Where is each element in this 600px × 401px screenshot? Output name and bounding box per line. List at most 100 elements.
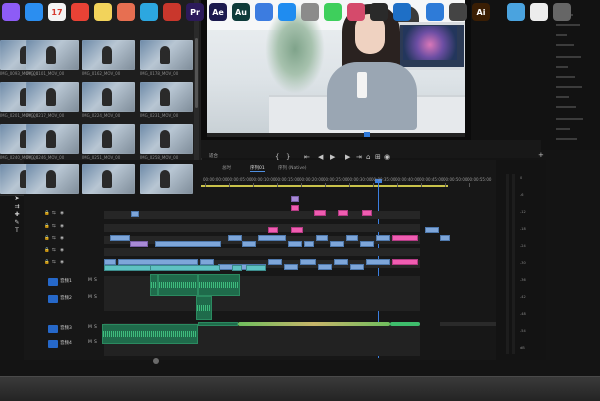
- video-clip[interactable]: [440, 235, 450, 241]
- video-clip[interactable]: [392, 235, 418, 241]
- video-clip[interactable]: [268, 259, 282, 265]
- audio-track-source-toggle[interactable]: [48, 340, 58, 348]
- audio-clip[interactable]: [102, 324, 198, 344]
- video-track-lane[interactable]: [104, 224, 420, 232]
- timeline-hscroll[interactable]: [440, 322, 500, 326]
- notes-icon[interactable]: [94, 3, 112, 21]
- track-eye-icon[interactable]: ◉: [60, 211, 64, 216]
- video-clip[interactable]: [246, 265, 266, 271]
- video-clip[interactable]: [300, 259, 316, 265]
- video-clip[interactable]: [392, 259, 418, 265]
- feishu-icon[interactable]: [426, 3, 444, 21]
- video-clip[interactable]: [291, 227, 303, 233]
- music-clip-tail[interactable]: [390, 322, 420, 326]
- track-sync-icon[interactable]: ⇆: [52, 260, 56, 265]
- track-sync-icon[interactable]: ⇆: [52, 224, 56, 229]
- siri-icon[interactable]: [2, 3, 20, 21]
- paw-icon[interactable]: [393, 3, 411, 21]
- aftereffects-icon[interactable]: Ae: [209, 3, 227, 21]
- monitor-scrub-bar[interactable]: [207, 133, 465, 137]
- media-thumbnail[interactable]: [82, 164, 135, 194]
- media-thumbnail[interactable]: [26, 82, 79, 112]
- media-thumbnail[interactable]: [26, 164, 79, 194]
- video-clip[interactable]: [304, 241, 314, 247]
- audio-clip[interactable]: [158, 274, 198, 296]
- media-thumbnail[interactable]: [140, 82, 193, 112]
- audio-mute-icon[interactable]: M: [88, 295, 92, 300]
- media-thumbnail[interactable]: [26, 40, 79, 70]
- video-clip[interactable]: [314, 210, 326, 216]
- track-sync-icon[interactable]: ⇆: [52, 248, 56, 253]
- timeline-tab[interactable]: 总时: [222, 165, 231, 171]
- video-clip[interactable]: [334, 259, 348, 265]
- video-clip[interactable]: [242, 241, 256, 247]
- folder-icon[interactable]: [507, 3, 525, 21]
- video-track-lane[interactable]: [104, 248, 420, 256]
- video-clip[interactable]: [284, 264, 298, 270]
- media-thumbnail[interactable]: [82, 82, 135, 112]
- media-thumbnail[interactable]: [140, 164, 193, 194]
- audio-track-source-toggle[interactable]: [48, 325, 58, 333]
- video-track-lane[interactable]: [104, 211, 420, 219]
- timeline-tab[interactable]: 序列01: [250, 165, 265, 172]
- transport-button[interactable]: {: [275, 153, 279, 161]
- video-clip[interactable]: [258, 235, 286, 241]
- audio-solo-icon[interactable]: S: [94, 278, 97, 283]
- screenshot-icon[interactable]: [553, 3, 571, 21]
- video-clip[interactable]: [131, 211, 139, 217]
- davinci-icon[interactable]: [449, 3, 467, 21]
- media-thumbnail[interactable]: [82, 40, 135, 70]
- video-clip[interactable]: [288, 241, 302, 247]
- calendar-icon[interactable]: 17: [48, 3, 66, 21]
- audio-clip[interactable]: [198, 322, 238, 326]
- audio-track-source-toggle[interactable]: [48, 278, 58, 286]
- finalcut-icon[interactable]: [347, 3, 365, 21]
- audio-clip[interactable]: [198, 274, 240, 296]
- track-lock-icon[interactable]: 🔒: [44, 248, 50, 253]
- illustrator-icon[interactable]: Ai: [472, 3, 490, 21]
- audio-solo-icon[interactable]: S: [94, 295, 97, 300]
- audio-clip[interactable]: [196, 296, 212, 320]
- transport-button[interactable]: ⇥: [356, 153, 362, 161]
- video-clip[interactable]: [350, 264, 364, 270]
- track-sync-icon[interactable]: ⇆: [52, 211, 56, 216]
- game-icon[interactable]: [163, 3, 181, 21]
- ripple-edit-icon[interactable]: ✚: [12, 211, 22, 218]
- compressor-icon[interactable]: [370, 3, 388, 21]
- music-clip[interactable]: [238, 322, 390, 326]
- audio-mute-icon[interactable]: M: [88, 325, 92, 330]
- track-eye-icon[interactable]: ◉: [60, 236, 64, 241]
- audio-track-source-toggle[interactable]: [48, 295, 58, 303]
- track-lock-icon[interactable]: 🔒: [44, 211, 50, 216]
- track-lock-icon[interactable]: 🔒: [44, 260, 50, 265]
- audio-solo-icon[interactable]: S: [94, 325, 97, 330]
- timeline-tab[interactable]: 序列 (Native): [278, 165, 307, 171]
- pen-tool-icon[interactable]: ✎: [12, 219, 22, 226]
- video-clip[interactable]: [291, 196, 299, 202]
- video-clip[interactable]: [268, 227, 278, 233]
- selection-tool-icon[interactable]: ➤: [12, 195, 22, 202]
- track-sync-icon[interactable]: ⇆: [52, 236, 56, 241]
- audio-mute-icon[interactable]: M: [88, 340, 92, 345]
- chrome-icon[interactable]: [71, 3, 89, 21]
- video-clip[interactable]: [360, 241, 374, 247]
- baidunetdisk-icon[interactable]: [255, 3, 273, 21]
- track-eye-icon[interactable]: ◉: [60, 224, 64, 229]
- mail-icon[interactable]: [530, 3, 548, 21]
- audition-icon[interactable]: Au: [232, 3, 250, 21]
- media-thumbnail[interactable]: [26, 124, 79, 154]
- video-clip[interactable]: [228, 235, 242, 241]
- video-clip[interactable]: [362, 210, 372, 216]
- monitor-playhead-handle[interactable]: [364, 132, 370, 137]
- preferences-icon[interactable]: [301, 3, 319, 21]
- type-tool-icon[interactable]: T: [12, 227, 22, 234]
- video-clip[interactable]: [104, 265, 152, 271]
- transport-button[interactable]: ◀: [318, 153, 323, 161]
- video-clip[interactable]: [291, 205, 299, 211]
- video-clip[interactable]: [150, 265, 220, 271]
- photos-icon[interactable]: [117, 3, 135, 21]
- video-clip[interactable]: [318, 264, 332, 270]
- transport-button[interactable]: ▶: [345, 153, 350, 161]
- video-clip[interactable]: [232, 265, 242, 271]
- video-clip[interactable]: [330, 241, 344, 247]
